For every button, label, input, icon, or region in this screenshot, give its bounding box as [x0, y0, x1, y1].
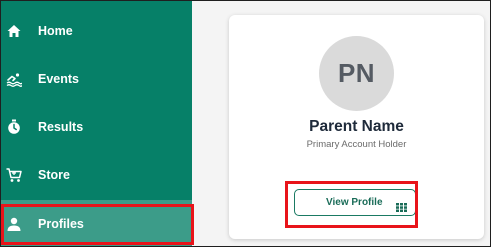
grid-icon — [396, 199, 407, 212]
sidebar-item-label: Events — [38, 72, 79, 86]
profile-name: Parent Name — [309, 118, 404, 135]
swimmer-icon — [6, 71, 22, 87]
stopwatch-icon — [6, 119, 22, 135]
person-icon — [6, 216, 22, 232]
avatar: PN — [319, 36, 394, 111]
home-icon — [6, 23, 22, 39]
view-profile-button[interactable]: View Profile — [294, 189, 416, 216]
app-frame: Home Events Results Store Profiles PN Pa… — [0, 0, 491, 247]
sidebar-item-events[interactable]: Events — [1, 55, 192, 103]
sidebar-item-profiles[interactable]: Profiles — [1, 200, 192, 246]
view-profile-label: View Profile — [326, 197, 383, 208]
sidebar-item-label: Profiles — [38, 217, 84, 231]
sidebar-item-results[interactable]: Results — [1, 103, 192, 151]
sidebar-item-label: Store — [38, 168, 70, 182]
sidebar: Home Events Results Store Profiles — [1, 1, 192, 246]
sidebar-item-store[interactable]: Store — [1, 151, 192, 199]
profile-role: Primary Account Holder — [306, 139, 407, 150]
sidebar-item-home[interactable]: Home — [1, 7, 192, 55]
cart-icon — [6, 167, 22, 183]
sidebar-item-label: Home — [38, 24, 73, 38]
sidebar-item-label: Results — [38, 120, 84, 134]
profile-card: PN Parent Name Primary Account Holder Vi… — [229, 15, 484, 239]
